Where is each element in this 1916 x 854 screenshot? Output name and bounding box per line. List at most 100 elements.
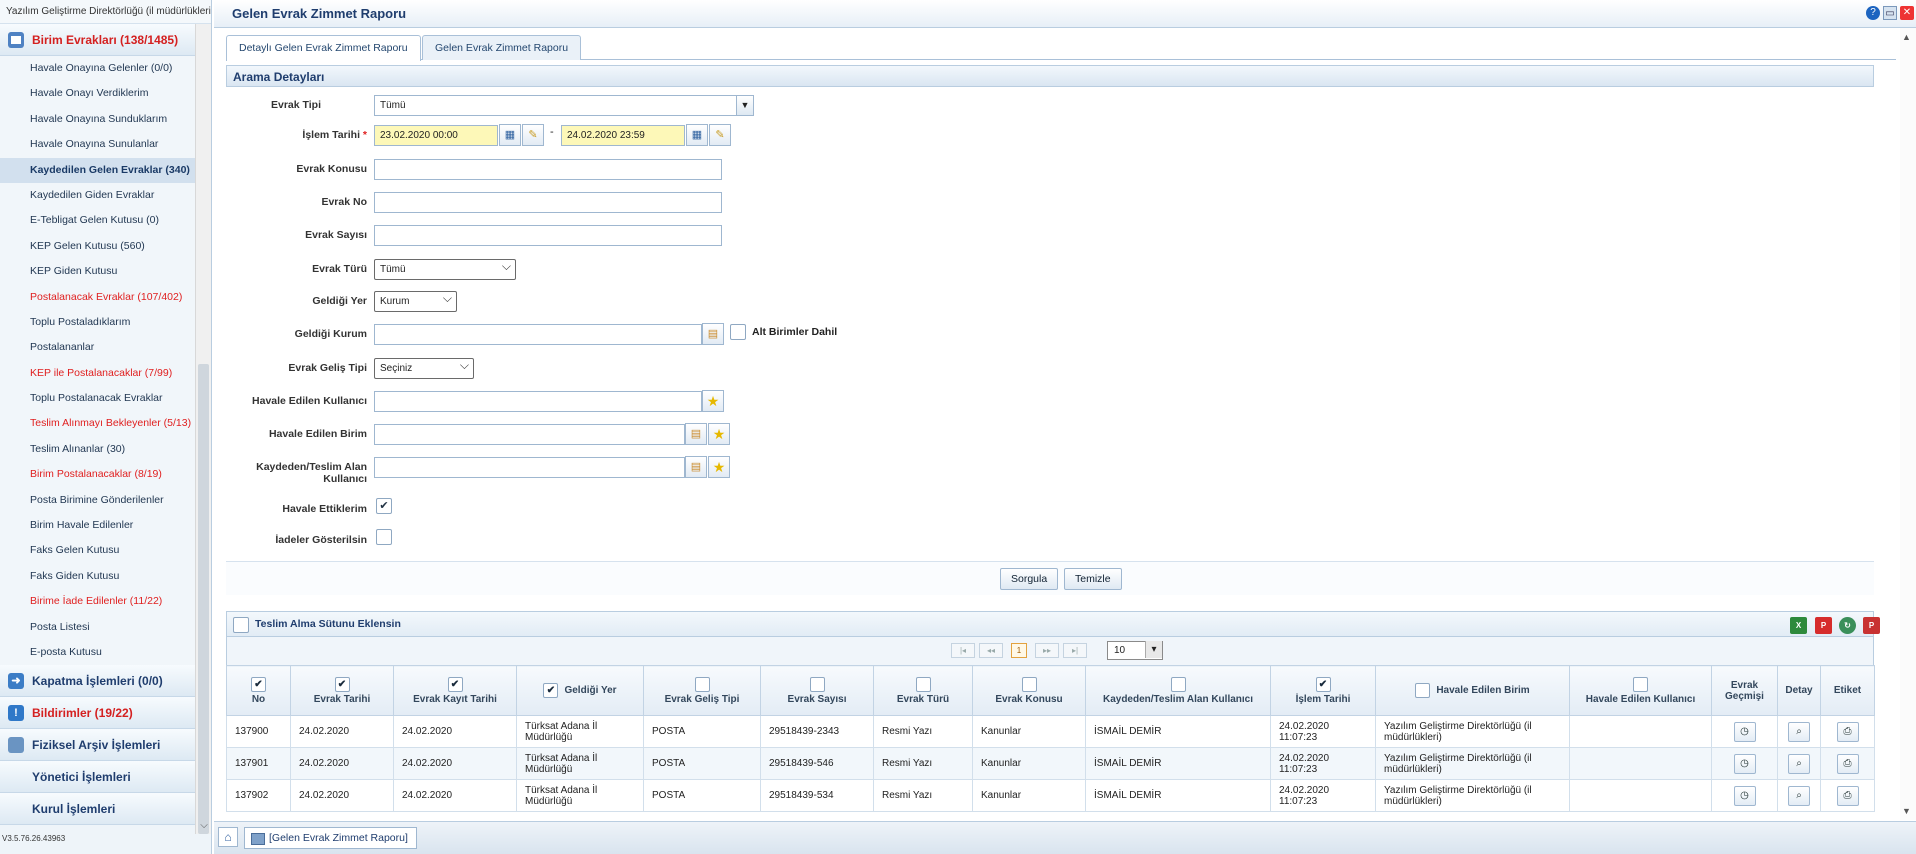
sidebar-item[interactable]: E-posta Kutusu [0,639,196,666]
sidebar-item[interactable]: Teslim Alınanlar (30) [0,436,196,463]
column-header[interactable]: Evrak Konusu [972,665,1086,716]
sidebar-item[interactable]: Toplu Postalanacak Evraklar [0,386,196,412]
sidebar-item[interactable]: Kaydedilen Gelen Evraklar (340) [0,157,196,183]
sidebar-scroll-thumb[interactable] [198,364,209,834]
star-icon[interactable]: ★ [708,456,730,478]
column-header[interactable]: ✔ No [226,665,291,716]
sidebar-item[interactable]: Havale Onayına Sunduklarım [0,106,196,133]
column-header[interactable]: Evrak Sayısı [760,665,874,716]
sorgula-button[interactable]: Sorgula [1000,568,1059,590]
column-header[interactable]: Evrak Geliş Tipi [643,665,761,716]
chevron-down-icon[interactable]: ▼ [736,95,754,116]
current-page[interactable]: 1 [1011,643,1027,658]
column-visibility-checkbox[interactable] [1633,676,1648,692]
evrak-gelis-tipi-select[interactable]: Seçiniz [374,356,474,379]
restore-icon[interactable]: ▭ [1883,6,1897,20]
teslim-alma-checkbox[interactable] [233,617,249,633]
excel-export-icon[interactable]: X [1790,617,1807,634]
prev-page-icon[interactable]: ◂◂ [979,643,1003,658]
tree-select-icon[interactable]: ▤ [685,423,707,445]
sidebar-section-birim-evraklari[interactable]: Birim Evrakları (138/1485) [0,24,196,56]
sidebar-item[interactable]: Faks Giden Kutusu [0,563,196,590]
column-visibility-checkbox[interactable] [809,676,825,692]
column-header[interactable]: ✔ Geldiği Yer [516,665,644,716]
tree-select-icon[interactable]: ▤ [702,323,724,345]
refresh-export-icon[interactable]: ↻ [1839,617,1856,634]
sidebar-item[interactable]: KEP Gelen Kutusu (560) [0,233,196,260]
evrak-no-input[interactable] [374,192,722,213]
first-page-icon[interactable]: |◂ [951,643,975,658]
iadeler-checkbox[interactable] [376,529,392,545]
sidebar-item[interactable]: Posta Listesi [0,614,196,640]
evrak-turu-select[interactable]: Tümü [374,257,516,280]
islem-tarihi-to-input[interactable]: 24.02.2020 23:59 [561,125,685,146]
column-header[interactable]: Havale Edilen Kullanıcı [1569,665,1712,716]
sidebar-item[interactable]: Toplu Postaladıklarım [0,309,196,336]
column-header[interactable]: Kaydeden/Teslim Alan Kullanıcı [1085,665,1271,716]
column-visibility-checkbox[interactable] [1021,676,1037,692]
star-icon[interactable]: ★ [702,390,724,412]
column-visibility-checkbox[interactable]: ✔ [1315,676,1331,692]
column-header[interactable]: Havale Edilen Birim [1375,665,1570,716]
column-visibility-checkbox[interactable]: ✔ [334,676,350,692]
history-icon[interactable]: ◷ [1733,785,1756,806]
sidebar-item[interactable]: Postalananlar [0,335,196,361]
geldigi-yer-select[interactable]: Kurum [374,289,457,312]
pdf-all-export-icon[interactable]: P [1863,617,1880,634]
search-icon[interactable]: ⌕ [1788,785,1810,806]
sidebar-section-bildirimler[interactable]: ! Bildirimler (19/22) [0,697,196,730]
taskbar-item-report[interactable]: [Gelen Evrak Zimmet Raporu] [244,827,417,849]
help-icon[interactable]: ? [1866,6,1880,20]
print-icon[interactable]: ⎙ [1836,721,1859,742]
next-page-icon[interactable]: ▸▸ [1035,643,1059,658]
star-icon[interactable]: ★ [708,423,730,445]
sidebar-item[interactable]: Birime İade Edilenler (11/22) [0,589,196,615]
scroll-down-icon[interactable]: ▼ [1902,806,1911,816]
search-icon[interactable]: ⌕ [1788,721,1810,742]
history-icon[interactable]: ◷ [1733,753,1756,774]
sidebar-item[interactable]: Posta Birimine Gönderilenler [0,487,196,514]
tab-rapor[interactable]: Gelen Evrak Zimmet Raporu [422,35,582,60]
havale-ettiklerim-checkbox[interactable]: ✔ [376,498,392,514]
column-header[interactable]: ✔ İşlem Tarihi [1270,665,1376,716]
history-icon[interactable]: ◷ [1733,721,1756,742]
column-header[interactable]: ✔ Evrak Tarihi [290,665,394,716]
sidebar-item[interactable]: Faks Gelen Kutusu [0,538,196,564]
table-row[interactable]: 137902 24.02.2020 24.02.2020 Türksat Adana … [226,779,1875,812]
sidebar-section-kurul[interactable]: Kurul İşlemleri [0,793,196,826]
home-icon[interactable]: ⌂ [218,827,238,847]
column-header[interactable]: Detay [1777,665,1821,716]
geldigi-kurum-input[interactable] [374,324,702,345]
pdf-export-icon[interactable]: P [1815,617,1832,634]
havale-edilen-birim-input[interactable] [374,424,685,445]
clear-broom-icon[interactable]: ✎ [709,124,731,146]
sidebar-item[interactable]: Postalanacak Evraklar (107/402) [0,284,196,310]
clear-broom-icon[interactable]: ✎ [522,124,544,146]
last-page-icon[interactable]: ▸| [1063,643,1087,658]
calendar-icon[interactable]: ▦ [686,124,708,146]
sidebar-section-arsiv[interactable]: Fiziksel Arşiv İşlemleri [0,729,196,762]
scroll-down-icon[interactable]: ⌵ [198,820,210,834]
page-size-select[interactable]: 10 [1107,641,1163,660]
sidebar-item[interactable]: Havale Onayı Verdiklerim [0,81,196,107]
column-visibility-checkbox[interactable]: ✔ [543,683,559,698]
column-visibility-checkbox[interactable]: ✔ [447,676,463,692]
column-header[interactable]: Etiket [1820,665,1875,716]
column-visibility-checkbox[interactable]: ✔ [251,676,266,692]
alt-birimler-checkbox[interactable] [730,324,746,340]
tab-detayli-rapor[interactable]: Detaylı Gelen Evrak Zimmet Raporu [226,35,421,61]
sidebar-item[interactable]: Havale Onayına Gelenler (0/0) [0,56,196,82]
sidebar-item[interactable]: Teslim Alınmayı Bekleyenler (5/13) [0,411,196,437]
sidebar-scrollbar[interactable]: ⌵ [195,24,211,834]
sidebar-item[interactable]: Birim Postalanacaklar (8/19) [0,462,196,488]
temizle-button[interactable]: Temizle [1064,568,1122,590]
havale-edilen-kullanici-input[interactable] [374,391,702,412]
sidebar-item[interactable]: KEP Giden Kutusu [0,259,196,285]
search-icon[interactable]: ⌕ [1788,753,1810,774]
print-icon[interactable]: ⎙ [1836,785,1859,806]
column-visibility-checkbox[interactable] [1170,676,1186,692]
sidebar-item[interactable]: KEP ile Postalanacaklar (7/99) [0,360,196,387]
sidebar-item[interactable]: Birim Havale Edilenler [0,513,196,539]
close-icon[interactable]: ✕ [1900,6,1914,20]
evrak-konusu-input[interactable] [374,159,722,180]
